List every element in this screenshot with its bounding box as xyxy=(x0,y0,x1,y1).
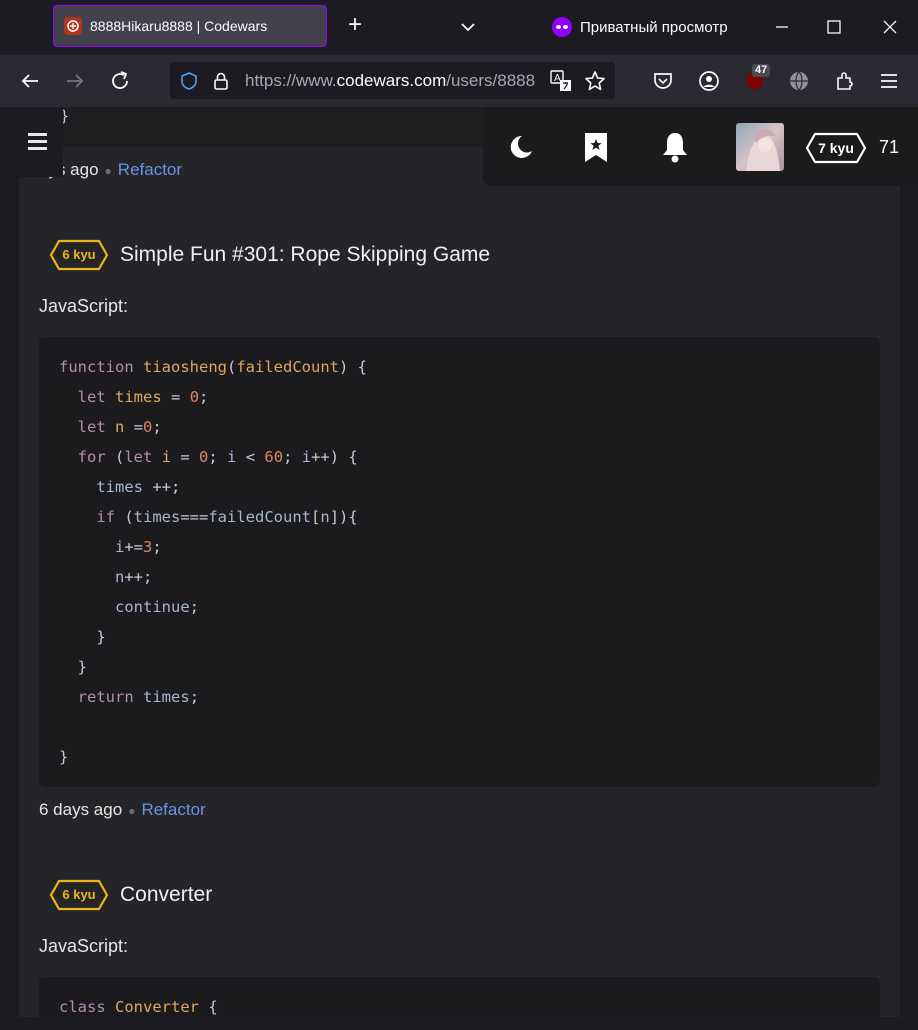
url-text[interactable]: https://www.codewars.com/users/8888 xyxy=(245,71,535,91)
meta-separator-dot: ● xyxy=(104,164,112,178)
browser-tab[interactable]: 8888Hikaru8888 | Codewars xyxy=(53,5,327,47)
code-block-previous: } xyxy=(19,107,485,147)
bookmark-star-icon[interactable] xyxy=(584,70,606,92)
minimize-icon[interactable] xyxy=(772,17,792,37)
url-prefix: https://www. xyxy=(245,71,337,90)
lock-icon[interactable] xyxy=(212,71,230,91)
globe-icon[interactable] xyxy=(787,69,811,93)
solution-time: 6 days ago xyxy=(39,800,123,819)
reload-icon[interactable] xyxy=(108,69,132,93)
kata-title-row: 6 kyu Simple Fun #301: Rope Skipping Gam… xyxy=(49,239,490,271)
notifications-bell-icon[interactable] xyxy=(660,131,690,163)
menu-icon[interactable] xyxy=(877,69,901,93)
extensions-puzzle-icon[interactable] xyxy=(833,69,857,93)
extension-badge-count: 47 xyxy=(752,64,771,77)
svg-text:A: A xyxy=(554,73,561,84)
back-arrow-icon[interactable] xyxy=(18,69,42,93)
url-bar[interactable]: https://www.codewars.com/users/8888 A xyxy=(170,62,615,99)
private-browsing-label: Приватный просмотр xyxy=(580,18,728,36)
user-toolbar: 7 kyu 71 xyxy=(483,107,918,186)
language-label: JavaScript: xyxy=(39,296,129,316)
pocket-icon[interactable] xyxy=(651,69,675,93)
avatar-image xyxy=(736,123,784,171)
close-icon[interactable] xyxy=(880,17,900,37)
page-bottom-edge xyxy=(0,1017,918,1030)
kyu-rank-label: 6 kyu xyxy=(62,887,96,902)
navigation-toolbar: https://www.codewars.com/users/8888 A 47 xyxy=(0,55,918,107)
kyu-rank-badge: 6 kyu xyxy=(49,239,109,271)
kata-title-link[interactable]: Converter xyxy=(120,883,212,907)
language-label: JavaScript: xyxy=(39,936,129,956)
shield-icon[interactable] xyxy=(179,71,199,91)
code-block: function tiaosheng(failedCount) { let ti… xyxy=(39,337,880,787)
translate-icon[interactable]: A xyxy=(550,70,572,92)
kata-title-link[interactable]: Simple Fun #301: Rope Skipping Game xyxy=(120,243,490,267)
url-path: /users/8888 xyxy=(446,71,536,90)
hamburger-icon xyxy=(28,133,47,136)
kyu-rank-badge: 6 kyu xyxy=(49,879,109,911)
sidebar-toggle-button[interactable] xyxy=(0,107,63,177)
user-rank-badge: 7 kyu xyxy=(805,132,867,164)
honor-score: 71 xyxy=(879,137,900,157)
private-browsing-indicator: Приватный просмотр xyxy=(552,17,728,37)
user-rank-label: 7 kyu xyxy=(818,140,854,156)
refactor-link[interactable]: Refactor xyxy=(141,800,205,819)
tab-bar: 8888Hikaru8888 | Codewars + Приватный пр… xyxy=(0,0,918,55)
solution-meta: 6 days ago ● Refactor xyxy=(39,800,206,820)
maximize-icon[interactable] xyxy=(824,17,844,37)
account-icon[interactable] xyxy=(697,69,721,93)
new-tab-button[interactable]: + xyxy=(343,13,367,38)
kyu-rank-label: 6 kyu xyxy=(62,247,96,262)
user-avatar[interactable] xyxy=(736,123,784,171)
forward-arrow-icon[interactable] xyxy=(63,69,87,93)
url-host: codewars.com xyxy=(336,71,447,90)
page-viewport: } ays ago ● Refactor 6 kyu Simple Fun #301… xyxy=(0,107,918,1030)
chevron-down-icon[interactable] xyxy=(458,17,478,37)
bookmark-icon[interactable] xyxy=(581,131,611,163)
tab-title: 8888Hikaru8888 | Codewars xyxy=(90,18,268,34)
codewars-favicon-icon xyxy=(64,17,82,35)
refactor-link[interactable]: Refactor xyxy=(118,160,182,179)
meta-separator-dot: ● xyxy=(128,804,136,818)
private-mask-icon xyxy=(552,17,572,37)
kata-title-row: 6 kyu Converter xyxy=(49,879,212,911)
dark-mode-moon-icon[interactable] xyxy=(505,131,535,163)
